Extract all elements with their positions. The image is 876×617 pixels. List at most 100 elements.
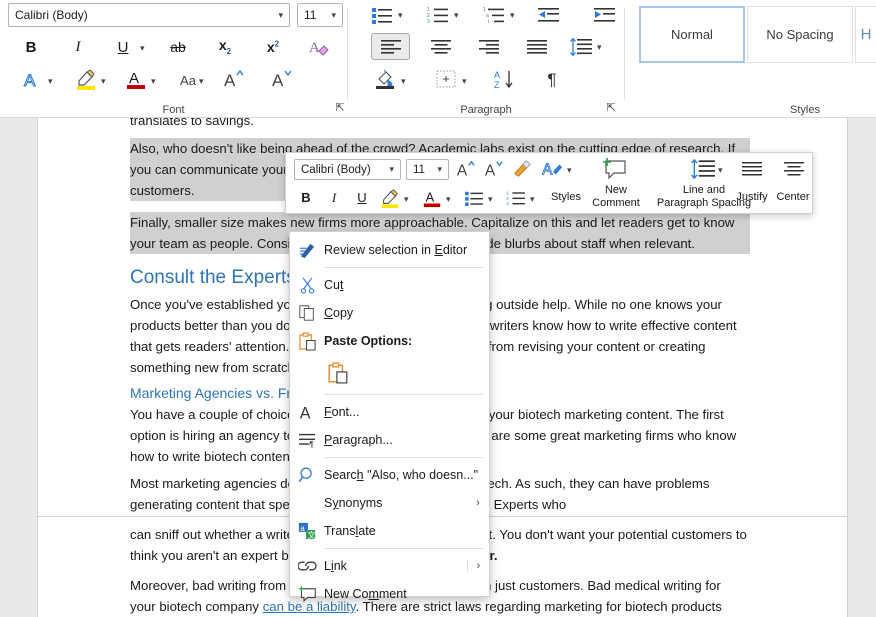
context-menu-item-search[interactable]: Search "Also, who doesn..." xyxy=(290,461,489,489)
clear-formatting-button[interactable]: A xyxy=(306,35,334,59)
mini-center-button[interactable] xyxy=(778,157,810,181)
context-menu-item-paragraph[interactable]: ¶ Paragraph... xyxy=(290,426,489,454)
superscript-button[interactable]: x2 xyxy=(260,35,286,59)
ribbon-group-styles: Normal No Spacing H Styles xyxy=(625,0,876,118)
mini-font-name-combo[interactable]: Calibri (Body) ▾ xyxy=(294,159,401,180)
mini-new-comment-button[interactable] xyxy=(600,155,630,183)
style-label: Normal xyxy=(671,27,713,42)
mini-bullets-button[interactable] xyxy=(462,186,486,209)
mini-center-label[interactable]: Center xyxy=(764,191,822,203)
decrease-indent-button[interactable] xyxy=(535,3,563,27)
mini-grow-font-button[interactable]: A xyxy=(454,157,478,181)
style-item-heading-1[interactable]: H xyxy=(855,6,876,63)
multilevel-list-button[interactable]: 1 a i xyxy=(480,3,508,27)
font-group-label: Font xyxy=(162,104,185,116)
shrink-font-button[interactable]: A xyxy=(268,66,296,92)
subscript-button[interactable]: x2 xyxy=(212,35,238,59)
mini-text-styles-button[interactable]: A xyxy=(540,157,566,181)
mini-new-comment-label[interactable]: New xyxy=(586,184,646,196)
bullets-dropdown-arrow[interactable]: ▾ xyxy=(398,10,403,21)
mini-text-highlight-button[interactable] xyxy=(378,185,402,210)
mini-bullets-dropdown-arrow[interactable]: ▾ xyxy=(488,194,493,205)
highlight-dropdown-arrow[interactable]: ▾ xyxy=(101,76,106,87)
align-left-button[interactable] xyxy=(371,33,410,60)
highlighter-icon xyxy=(381,188,399,208)
style-label: No Spacing xyxy=(766,27,834,42)
numbering-dropdown-arrow[interactable]: ▾ xyxy=(454,10,459,21)
mini-text-styles-dropdown-arrow[interactable]: ▾ xyxy=(567,165,572,176)
font-color-dropdown-arrow[interactable]: ▾ xyxy=(151,76,156,87)
justify-icon xyxy=(527,39,547,54)
numbering-icon: 1 2 3 xyxy=(427,7,448,24)
context-menu-item-review-selection-in-editor[interactable]: Review selection in Editor xyxy=(290,236,489,264)
text-highlight-color-button[interactable] xyxy=(72,66,100,92)
context-menu-item-link[interactable]: Link › xyxy=(290,552,489,580)
borders-button[interactable] xyxy=(432,66,460,92)
mini-justify-button[interactable] xyxy=(736,157,768,181)
mini-font-size-combo[interactable]: 11 ▾ xyxy=(406,159,449,180)
paragraph-text: translates to savings. xyxy=(130,118,254,128)
mini-italic-button[interactable]: I xyxy=(322,186,346,209)
mini-line-spacing-button[interactable] xyxy=(688,156,718,182)
text-effects-dropdown-arrow[interactable]: ▾ xyxy=(48,76,53,87)
font-dialog-launcher[interactable]: ⇱ xyxy=(333,101,347,115)
borders-dropdown-arrow[interactable]: ▾ xyxy=(462,76,467,87)
context-menu-item-copy[interactable]: Copy xyxy=(290,299,489,327)
shading-dropdown-arrow[interactable]: ▾ xyxy=(401,76,406,87)
mini-bold-button[interactable]: B xyxy=(294,186,318,209)
context-menu-item-translate[interactable]: a 文 Translate xyxy=(290,517,489,545)
font-name-combo[interactable]: Calibri (Body) ▾ xyxy=(8,3,290,27)
context-menu-item-new-comment[interactable]: New Comment xyxy=(290,580,489,608)
show-formatting-marks-button[interactable]: ¶ xyxy=(538,66,566,92)
mini-font-color-dropdown-arrow[interactable]: ▾ xyxy=(446,194,451,205)
style-item-no-spacing[interactable]: No Spacing xyxy=(747,6,853,63)
mini-format-painter-button[interactable] xyxy=(510,157,534,181)
bullets-button[interactable] xyxy=(368,3,396,27)
mini-line-spacing-dropdown-arrow[interactable]: ▾ xyxy=(718,165,723,176)
mini-underline-button[interactable]: U xyxy=(350,186,374,209)
mini-shrink-font-button[interactable]: A xyxy=(482,157,506,181)
format-painter-icon xyxy=(514,160,531,177)
increase-indent-button[interactable] xyxy=(591,3,619,27)
strikethrough-button[interactable]: ab xyxy=(165,35,191,59)
sort-button[interactable]: A Z xyxy=(490,66,520,92)
grow-font-button[interactable]: A xyxy=(220,66,248,92)
paragraph-translates-to-savings[interactable]: translates to savings. xyxy=(130,118,750,131)
multilevel-list-icon: 1 a i xyxy=(483,7,504,24)
font-size-combo[interactable]: 11 ▾ xyxy=(297,3,343,27)
context-menu-item-cut[interactable]: Cut xyxy=(290,271,489,299)
styles-group-label: Styles xyxy=(790,104,820,116)
mini-font-color-button[interactable]: A xyxy=(420,185,444,210)
bold-button[interactable]: B xyxy=(18,35,44,59)
align-center-button[interactable] xyxy=(424,33,458,60)
italic-button[interactable]: I xyxy=(65,35,91,59)
font-color-button[interactable]: A xyxy=(122,66,150,92)
underline-dropdown-arrow[interactable]: ▾ xyxy=(140,43,145,54)
decrease-indent-icon xyxy=(538,8,559,22)
text-effects-button[interactable]: A xyxy=(18,68,46,92)
underline-button[interactable]: U xyxy=(110,35,136,59)
chevron-down-icon: ▾ xyxy=(331,9,336,20)
line-spacing-button[interactable] xyxy=(566,33,596,60)
align-right-button[interactable] xyxy=(472,33,506,60)
line-spacing-dropdown-arrow[interactable]: ▾ xyxy=(597,42,602,53)
style-item-normal[interactable]: Normal xyxy=(639,6,745,63)
font-size-value: 11 xyxy=(304,8,317,22)
justify-button[interactable] xyxy=(520,33,554,60)
paste-keep-source-formatting-button[interactable] xyxy=(324,359,352,387)
change-case-dropdown-arrow[interactable]: ▾ xyxy=(199,76,204,87)
paragraph-dialog-launcher[interactable]: ⇱ xyxy=(604,101,618,115)
context-menu-item-synonyms[interactable]: Synonyms › xyxy=(290,489,489,517)
context-menu-item-label: Search "Also, who doesn..." xyxy=(324,468,479,482)
mini-numbering-dropdown-arrow[interactable]: ▾ xyxy=(530,194,535,205)
shading-button[interactable] xyxy=(371,66,399,92)
multilevel-list-dropdown-arrow[interactable]: ▾ xyxy=(510,10,515,21)
svg-text:A: A xyxy=(300,404,311,421)
svg-text:2: 2 xyxy=(506,195,509,200)
mini-highlight-dropdown-arrow[interactable]: ▾ xyxy=(404,194,409,205)
paragraph-icon: ¶ xyxy=(290,426,324,454)
numbering-button[interactable]: 1 2 3 xyxy=(424,3,452,27)
context-menu-item-label: Paragraph... xyxy=(324,433,393,447)
mini-numbering-button[interactable]: 1 2 3 xyxy=(504,186,528,209)
context-menu-item-font[interactable]: A Font... xyxy=(290,398,489,426)
